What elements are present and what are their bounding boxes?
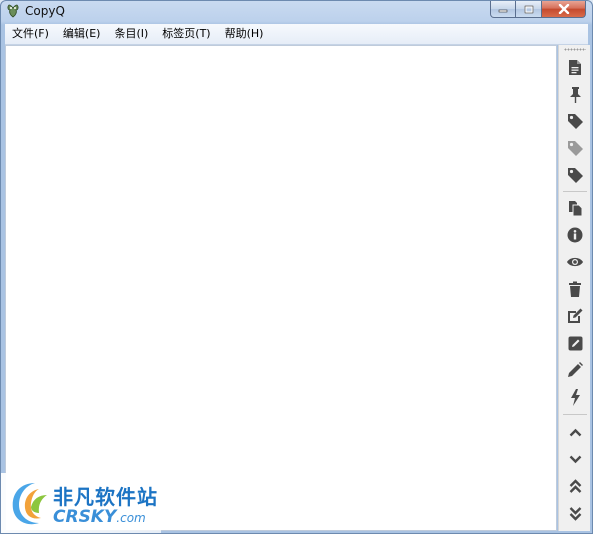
tag-icon: [567, 113, 583, 129]
chevron-down-icon: [569, 455, 581, 463]
new-item-icon: [569, 59, 581, 75]
crsky-logo-icon: [12, 483, 47, 525]
watermark-domain: .com: [116, 511, 146, 525]
delete-button[interactable]: [564, 278, 586, 300]
eye-icon: [567, 257, 583, 267]
maximize-icon: [524, 5, 533, 13]
title-bar[interactable]: CopyQ: [1, 1, 592, 23]
editor-button[interactable]: [564, 359, 586, 381]
minimize-icon: [498, 9, 508, 13]
menu-item[interactable]: 条目(I): [107, 24, 155, 44]
lightning-icon: [570, 388, 580, 406]
preview-button[interactable]: [564, 251, 586, 273]
item-toolbar: [558, 45, 590, 531]
toolbar-grip[interactable]: [564, 48, 586, 51]
maximize-button[interactable]: [516, 1, 542, 18]
pencil-icon: [568, 362, 583, 377]
toolbar-separator: [563, 191, 587, 192]
caption-buttons: [490, 1, 586, 19]
edit-button[interactable]: [564, 305, 586, 327]
new-item-button[interactable]: [564, 56, 586, 78]
menu-tabs[interactable]: 标签页(T): [155, 24, 217, 44]
close-icon: [558, 4, 569, 14]
info-icon: [567, 227, 583, 243]
edit-notes-icon: [568, 336, 582, 350]
menu-help[interactable]: 帮助(H): [218, 24, 271, 44]
trash-icon: [569, 281, 581, 297]
window-title: CopyQ: [25, 4, 65, 18]
watermark-brand: CRSKY: [53, 507, 117, 527]
tag-dark-button[interactable]: [564, 164, 586, 186]
pin-button[interactable]: [564, 83, 586, 105]
move-bottom-button[interactable]: [564, 502, 586, 524]
info-button[interactable]: [564, 224, 586, 246]
copy-icon: [568, 200, 582, 216]
menu-file[interactable]: 文件(F): [5, 24, 56, 44]
clipboard-item-list[interactable]: [5, 45, 557, 531]
copyq-window: CopyQ 文件(F) 编辑(E) 条目(I) 标签页(T) 帮助(H) 非凡软…: [0, 0, 593, 534]
tag-gray-button[interactable]: [564, 137, 586, 159]
pin-icon: [569, 86, 581, 103]
toolbar-separator: [563, 414, 587, 415]
tag-gray-icon: [567, 140, 583, 156]
move-down-button[interactable]: [564, 448, 586, 470]
watermark-text-en: CRSKY.com: [53, 507, 146, 527]
copy-button[interactable]: [564, 197, 586, 219]
edit-notes-button[interactable]: [564, 332, 586, 354]
double-chevron-up-icon: [569, 478, 581, 493]
chevron-up-icon: [569, 428, 581, 436]
menu-edit[interactable]: 编辑(E): [56, 24, 108, 44]
watermark-text-cn: 非凡软件站: [53, 485, 158, 509]
minimize-button[interactable]: [490, 1, 516, 18]
watermark: 非凡软件站 CRSKY.com: [1, 473, 161, 533]
tag-dark-icon: [567, 167, 583, 183]
edit-icon: [567, 308, 582, 323]
close-button[interactable]: [542, 1, 586, 18]
move-top-button[interactable]: [564, 475, 586, 497]
menu-bar: 文件(F) 编辑(E) 条目(I) 标签页(T) 帮助(H): [5, 24, 588, 45]
tag-button[interactable]: [564, 110, 586, 132]
double-chevron-down-icon: [569, 506, 581, 521]
copyq-icon: [7, 4, 19, 18]
move-up-button[interactable]: [564, 421, 586, 443]
action-button[interactable]: [564, 386, 586, 408]
